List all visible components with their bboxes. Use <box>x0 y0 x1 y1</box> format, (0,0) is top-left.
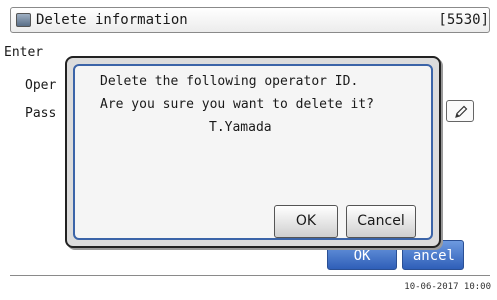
operator-name: T.Yamada <box>209 120 272 135</box>
datetime: 10-06-2017 10:00 <box>404 282 491 292</box>
delete-information-screen: Delete information [5530] Enter Oper Pas… <box>0 0 497 300</box>
title-bar: Delete information [5530] <box>10 7 490 33</box>
pencil-icon <box>455 105 468 118</box>
confirm-delete-dialog: Delete the following operator ID. Are yo… <box>65 56 441 248</box>
screen-icon <box>16 13 31 27</box>
dialog-cancel-button[interactable]: Cancel <box>346 205 416 238</box>
instruction-text: Enter <box>4 45 44 60</box>
divider <box>10 275 490 276</box>
dialog-ok-button[interactable]: OK <box>274 205 338 238</box>
dialog-panel: Delete the following operator ID. Are yo… <box>73 64 433 240</box>
dialog-message-line2: Are you sure you want to delete it? <box>100 97 374 112</box>
edit-password-button[interactable] <box>446 100 474 122</box>
dialog-message-line1: Delete the following operator ID. <box>100 74 359 89</box>
screen-code: [5530] <box>438 12 489 28</box>
operator-id-label: Oper <box>25 78 57 93</box>
password-label: Pass <box>25 106 57 121</box>
screen-title: Delete information <box>36 12 188 28</box>
